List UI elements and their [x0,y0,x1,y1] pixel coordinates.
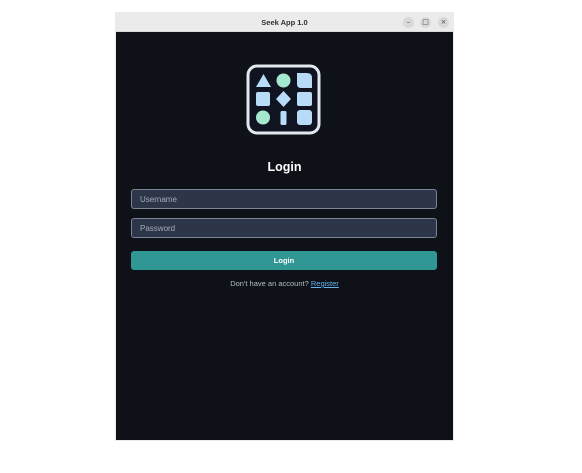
app-window: Seek App 1.0 – □ × Login Login Don't hav… [116,13,453,440]
username-input[interactable] [131,189,437,209]
maximize-button[interactable]: □ [420,17,431,28]
register-link[interactable]: Register [311,279,339,288]
logo-circle-shape-bottom [256,110,270,125]
logo-square-shape [256,92,270,106]
logo-circle-shape [276,73,291,88]
logo-bar-shape [280,111,287,125]
logo-square-shape-right [297,92,312,106]
close-button[interactable]: × [438,17,449,28]
register-prompt-line: Don't have an account? Register [116,279,453,288]
password-input[interactable] [131,218,437,238]
login-heading: Login [267,160,302,174]
logo-leaf-shape [297,73,312,88]
register-prompt-text: Don't have an account? [230,279,309,288]
minimize-button[interactable]: – [403,17,414,28]
title-bar[interactable]: Seek App 1.0 – □ × [116,13,453,32]
login-button[interactable]: Login [131,251,437,270]
logo-rounded-square-shape [297,110,312,125]
app-logo-icon [246,64,321,135]
